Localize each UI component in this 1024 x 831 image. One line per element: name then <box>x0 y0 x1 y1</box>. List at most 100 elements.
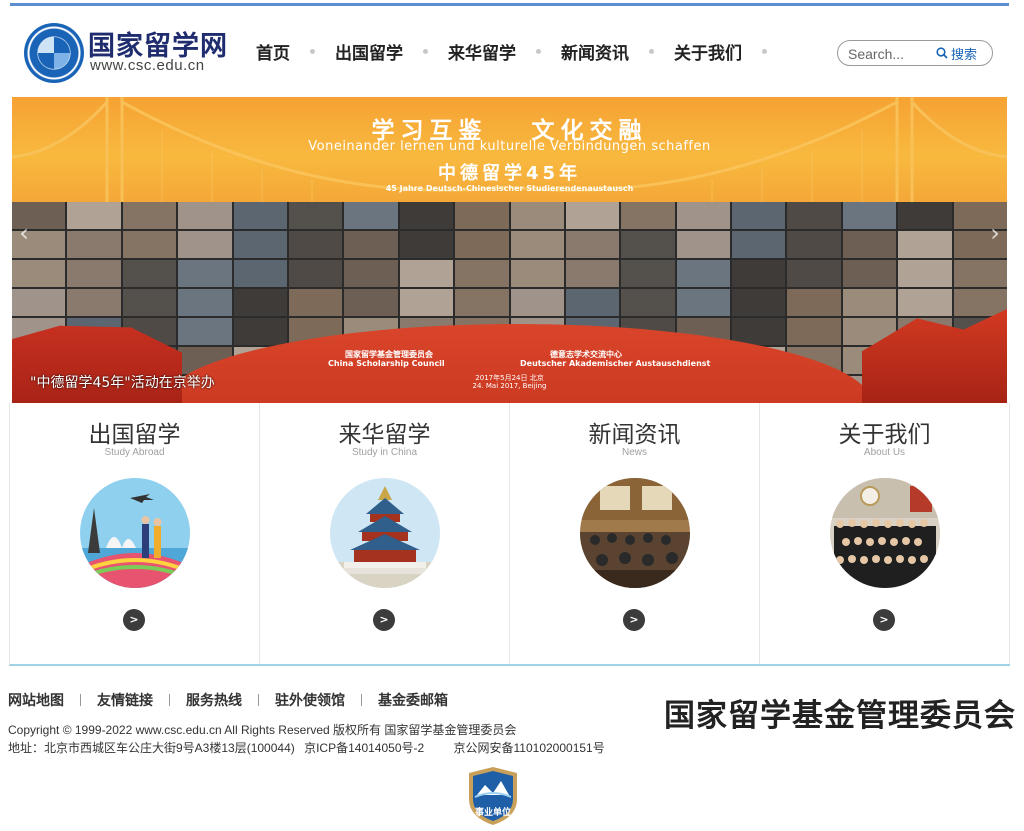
collage-photo-tile <box>732 260 786 287</box>
study-in-china-photo[interactable] <box>330 478 440 588</box>
footer-separator <box>258 694 259 706</box>
public-institution-badge[interactable]: 事业单位 <box>465 765 521 827</box>
footer-link-friends[interactable]: 友情链接 <box>97 690 153 710</box>
collage-photo-tile <box>621 289 675 316</box>
section-study-in-china[interactable]: 来华留学 Study in China > <box>260 403 510 664</box>
collage-photo-tile <box>510 231 564 258</box>
copyright-text: Copyright © 1999-2022 www.csc.edu.cn All… <box>8 723 517 737</box>
banner-prev-arrow-icon[interactable]: ‹ <box>14 215 34 251</box>
search-button[interactable]: 搜索 <box>936 44 978 63</box>
section-title[interactable]: 出国留学 <box>10 415 259 449</box>
collage-photo-tile <box>178 260 232 287</box>
study-abroad-photo[interactable] <box>80 478 190 588</box>
section-title[interactable]: 新闻资讯 <box>510 415 759 449</box>
banner-subtitle-2: 45 Jahre Deutsch-Chinesischer Studierend… <box>385 184 634 193</box>
section-subtitle: News <box>621 447 647 458</box>
study-abroad-illustration <box>80 478 190 588</box>
collage-photo-tile <box>178 318 232 345</box>
nav-item-study-abroad[interactable]: 出国留学 <box>335 39 403 64</box>
collage-photo-tile <box>233 260 287 287</box>
collage-photo-tile <box>122 260 177 287</box>
collage-photo-tile <box>455 231 509 258</box>
collage-photo-tile <box>67 260 121 287</box>
chevron-right-icon[interactable]: > <box>623 609 645 631</box>
footer-link-sitemap[interactable]: 网站地图 <box>8 690 64 710</box>
collage-photo-tile <box>122 231 177 258</box>
icp-record-link[interactable]: 京ICP备14014050号-2 <box>304 739 424 756</box>
banner-title-2: 中德留学45年 <box>437 163 582 184</box>
badge-label: 事业单位 <box>474 808 511 818</box>
nav-item-home[interactable]: 首页 <box>256 39 290 64</box>
org-en-left: China Scholarship Council <box>328 359 445 368</box>
collage-photo-tile <box>842 289 897 316</box>
about-us-photo[interactable] <box>830 478 940 588</box>
collage-photo-tile <box>455 289 509 316</box>
section-study-abroad[interactable]: 出国留学 Study Abroad > <box>10 403 260 664</box>
hero-banner[interactable]: 学习互鉴 文化交融 Voneinander lernen und kulture… <box>12 97 1007 403</box>
news-photo[interactable] <box>580 478 690 588</box>
collage-photo-tile <box>621 202 675 229</box>
section-news[interactable]: 新闻资讯 News > <box>510 403 760 664</box>
search-box: 搜索 <box>837 40 993 66</box>
collage-photo-tile <box>399 289 454 316</box>
collage-photo-tile <box>898 260 952 287</box>
nav-item-news[interactable]: 新闻资讯 <box>561 39 629 64</box>
collage-photo-tile <box>455 202 509 229</box>
footer-separator <box>80 694 81 706</box>
nav-item-about-us[interactable]: 关于我们 <box>674 39 742 64</box>
banner-caption[interactable]: "中德留学45年"活动在京举办 <box>30 372 215 392</box>
conference-room-illustration <box>580 478 690 588</box>
chevron-right-icon[interactable]: > <box>873 609 895 631</box>
collage-photo-tile <box>122 289 177 316</box>
section-about-us[interactable]: 关于我们 About Us > <box>760 403 1010 664</box>
collage-photo-tile <box>122 202 177 229</box>
collage-photo-tile <box>344 202 398 229</box>
collage-photo-tile <box>842 231 897 258</box>
collage-photo-tile <box>621 231 675 258</box>
csc-org-logo: 国家留学基金管理委员会 <box>664 698 1016 734</box>
footer-link-email[interactable]: 基金委邮箱 <box>378 690 448 710</box>
footer-separator <box>169 694 170 706</box>
collage-photo-tile <box>787 289 841 316</box>
collage-photo-tile <box>676 260 731 287</box>
footer-link-embassies[interactable]: 驻外使领馆 <box>275 690 345 710</box>
collage-photo-tile <box>953 260 1007 287</box>
search-button-label: 搜索 <box>951 47 978 63</box>
nav-separator <box>762 48 767 54</box>
collage-photo-tile <box>67 231 121 258</box>
chevron-right-icon[interactable]: > <box>123 609 145 631</box>
collage-photo-tile <box>676 202 731 229</box>
collage-photo-tile <box>288 231 343 258</box>
collage-photo-tile <box>344 260 398 287</box>
collage-photo-tile <box>732 202 786 229</box>
csc-emblem-icon[interactable] <box>24 23 84 83</box>
section-title[interactable]: 关于我们 <box>760 415 1009 449</box>
address-line: 地址：北京市西城区车公庄大街9号A3楼13层(100044) 京ICP备1401… <box>8 739 605 756</box>
collage-photo-tile <box>953 289 1007 316</box>
org-en-right: Deutscher Akademischer Austauschdienst <box>520 359 711 368</box>
collage-photo-tile <box>233 289 287 316</box>
nav-item-study-in-china[interactable]: 来华留学 <box>448 39 516 64</box>
collage-photo-tile <box>233 202 287 229</box>
collage-photo-tile <box>233 231 287 258</box>
collage-photo-tile <box>565 260 620 287</box>
search-icon <box>936 47 948 59</box>
collage-photo-tile <box>12 289 66 316</box>
collage-photo-tile <box>898 289 952 316</box>
site-logo-url: www.csc.edu.cn <box>90 57 205 74</box>
police-record-link[interactable]: 京公网安备110102000151号 <box>454 739 605 756</box>
section-title[interactable]: 来华留学 <box>260 415 509 449</box>
section-subtitle: Study Abroad <box>104 447 165 458</box>
collage-photo-tile <box>787 231 841 258</box>
footer-link-hotline[interactable]: 服务热线 <box>186 690 242 710</box>
collage-photo-tile <box>344 289 398 316</box>
collage-photo-tile <box>510 202 564 229</box>
collage-photo-tile <box>565 231 620 258</box>
collage-photo-tile <box>787 260 841 287</box>
chevron-right-icon[interactable]: > <box>373 609 395 631</box>
banner-next-arrow-icon[interactable]: › <box>985 215 1005 251</box>
search-input[interactable] <box>848 45 932 62</box>
collage-photo-tile <box>178 202 232 229</box>
temple-of-heaven-illustration <box>330 478 440 588</box>
nav-separator <box>649 48 654 54</box>
